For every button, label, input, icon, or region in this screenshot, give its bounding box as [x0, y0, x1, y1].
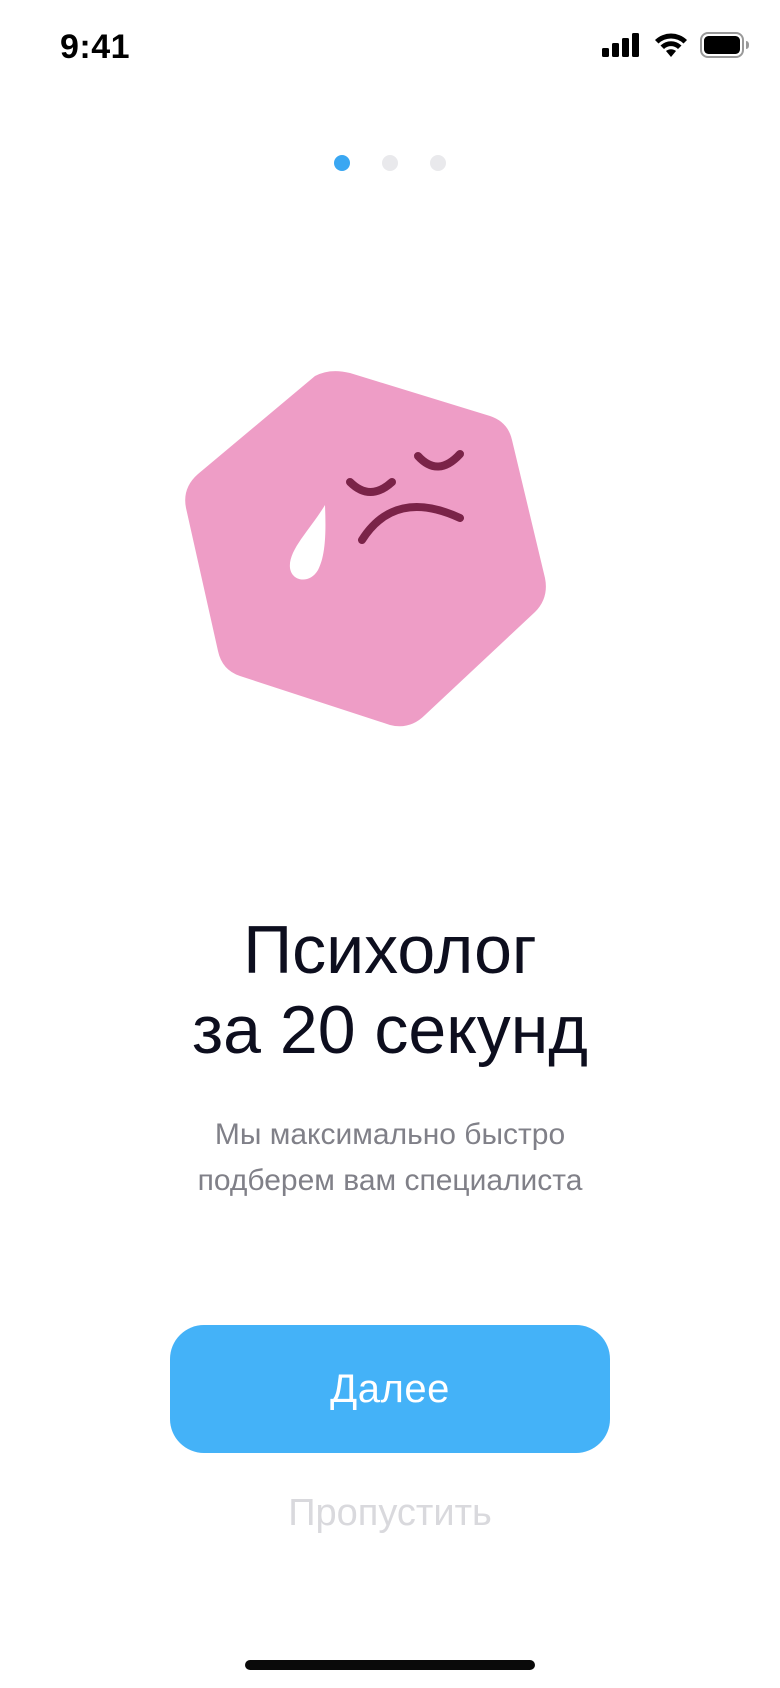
home-indicator[interactable]: [245, 1660, 535, 1670]
status-bar: 9:41: [0, 0, 780, 100]
subtitle-line-2: подберем вам специалиста: [197, 1164, 583, 1197]
wifi-icon: [655, 33, 687, 57]
page-title: Психолог за 20 секунд: [0, 910, 780, 1070]
subtitle-line-1: Мы максимально быстро: [214, 1118, 566, 1151]
title-line-2: за 20 секунд: [192, 992, 588, 1068]
page-dot-1[interactable]: [334, 155, 350, 171]
page-indicator: [0, 155, 780, 171]
page-subtitle: Мы максимально быстро подберем вам специ…: [0, 1112, 780, 1204]
signal-icon: [602, 33, 639, 57]
page-dot-2[interactable]: [382, 155, 398, 171]
next-button[interactable]: Далее: [170, 1325, 610, 1453]
battery-icon: [700, 32, 749, 58]
skip-button[interactable]: Пропустить: [0, 1492, 780, 1535]
sad-crying-hexagon-icon: [170, 370, 610, 790]
status-icons: [602, 32, 750, 58]
status-time: 9:41: [60, 28, 131, 66]
title-line-1: Психолог: [243, 912, 537, 988]
page-dot-3[interactable]: [430, 155, 446, 171]
